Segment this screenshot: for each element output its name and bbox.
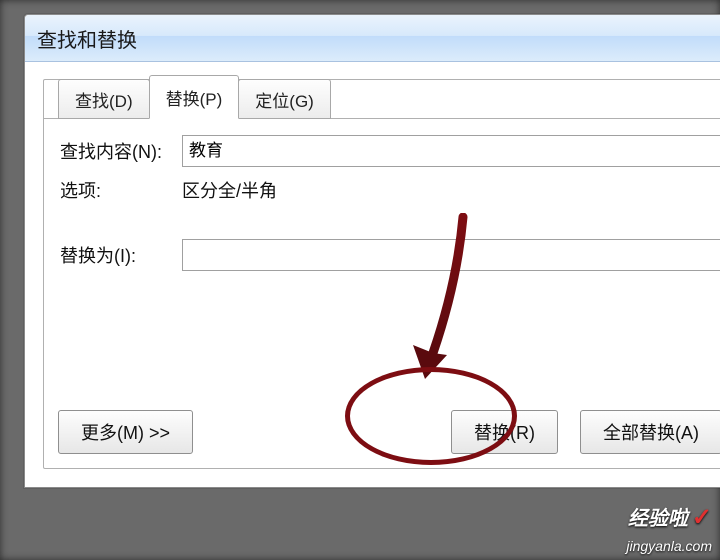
options-value: 区分全/半角 [182,177,277,203]
tab-goto-label: 定位(G) [255,92,314,111]
checkmark-icon: ✓ [692,504,712,531]
more-button-label: 更多(M) >> [81,423,170,443]
tab-replace-label: 替换(P) [166,90,223,109]
find-replace-dialog: 查找和替换 查找(D) 替换(P) 定位(G) 查找内容(N): 教育 选项: … [24,14,720,488]
dialog-title: 查找和替换 [37,24,137,53]
find-what-input[interactable]: 教育 [182,135,720,167]
replace-with-label: 替换为(I): [60,242,182,268]
replace-button[interactable]: 替换(R) [451,410,558,454]
find-what-value: 教育 [189,141,223,160]
replace-all-button-label: 全部替换(A) [603,423,699,443]
tab-goto[interactable]: 定位(G) [238,79,331,119]
options-label: 选项: [60,177,182,203]
replace-all-button[interactable]: 全部替换(A) [580,410,720,454]
dialog-titlebar[interactable]: 查找和替换 [25,15,720,62]
replace-with-input[interactable] [182,239,720,271]
find-what-label: 查找内容(N): [60,138,182,164]
tab-find-label: 查找(D) [75,92,133,111]
more-button[interactable]: 更多(M) >> [58,410,193,454]
tab-strip: 查找(D) 替换(P) 定位(G) [58,78,330,118]
tab-replace[interactable]: 替换(P) [149,75,240,119]
dialog-inner-panel: 查找(D) 替换(P) 定位(G) 查找内容(N): 教育 选项: 区分全/半角… [43,79,720,469]
watermark-brand: 经验啦✓ [628,502,712,532]
replace-button-label: 替换(R) [474,423,535,443]
tab-find[interactable]: 查找(D) [58,79,150,119]
watermark-url: jingyanla.com [626,538,712,554]
